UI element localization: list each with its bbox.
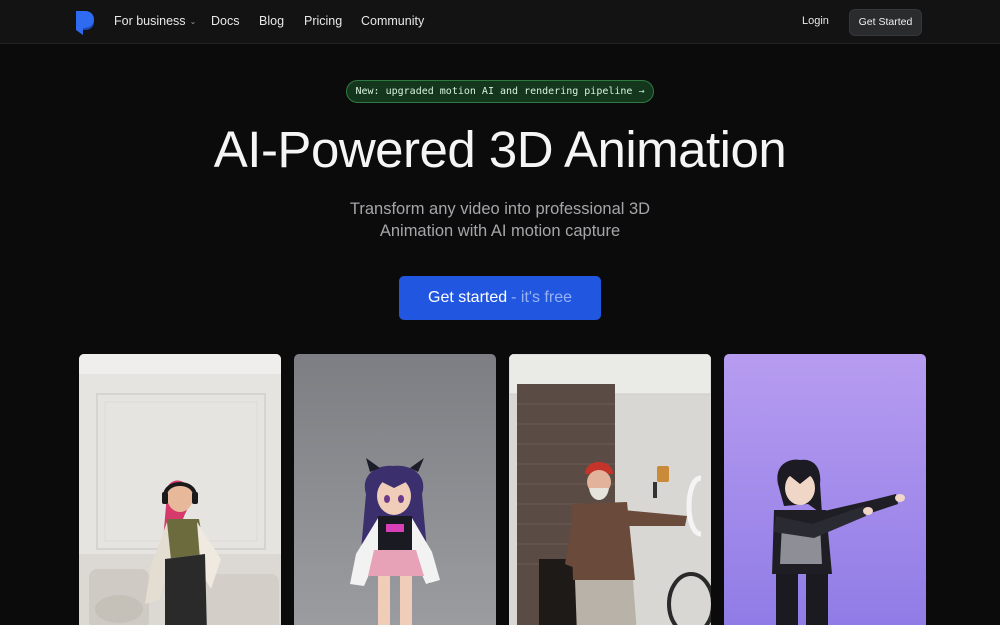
hero-subtitle-line-2: Animation with AI motion capture <box>379 222 621 240</box>
nav-docs[interactable]: Docs <box>211 14 239 28</box>
hero-subtitle: Transform any video into professional 3D… <box>300 198 700 242</box>
anime-avatar-image <box>294 354 496 625</box>
brand-logo-icon[interactable] <box>75 10 95 36</box>
demo-video-card-3[interactable] <box>509 354 711 625</box>
woman-dancing-image <box>79 354 281 625</box>
top-navigation-bar: For business ⌄ Docs Blog Pricing Communit… <box>0 0 1000 44</box>
cta-sub-label: - it's free <box>511 289 572 306</box>
hero-subtitle-line-1: Transform any video into professional 3D <box>349 200 651 218</box>
nav-for-business-label: For business <box>114 14 186 28</box>
anime-avatar-purple-bg-image <box>724 354 926 625</box>
arrow-right-icon: → <box>638 86 645 97</box>
demo-video-card-4[interactable] <box>724 354 926 625</box>
nav-pricing[interactable]: Pricing <box>304 14 342 28</box>
get-started-hero-button[interactable]: Get started - it's free <box>399 276 601 320</box>
nav-community[interactable]: Community <box>361 14 424 28</box>
cta-main-label: Get started <box>428 289 508 306</box>
announcement-text: New: upgraded motion AI and rendering pi… <box>355 86 633 97</box>
hero-title: AI-Powered 3D Animation <box>213 121 787 178</box>
get-started-nav-button[interactable]: Get Started <box>849 9 922 36</box>
nav-blog[interactable]: Blog <box>259 14 284 28</box>
login-link[interactable]: Login <box>802 15 829 27</box>
demo-video-card-1[interactable] <box>79 354 281 625</box>
nav-for-business[interactable]: For business ⌄ <box>114 14 196 28</box>
older-man-dancing-image <box>509 354 711 625</box>
demo-video-card-2[interactable] <box>294 354 496 625</box>
announcement-badge[interactable]: New: upgraded motion AI and rendering pi… <box>346 80 654 103</box>
chevron-down-icon: ⌄ <box>189 17 197 26</box>
